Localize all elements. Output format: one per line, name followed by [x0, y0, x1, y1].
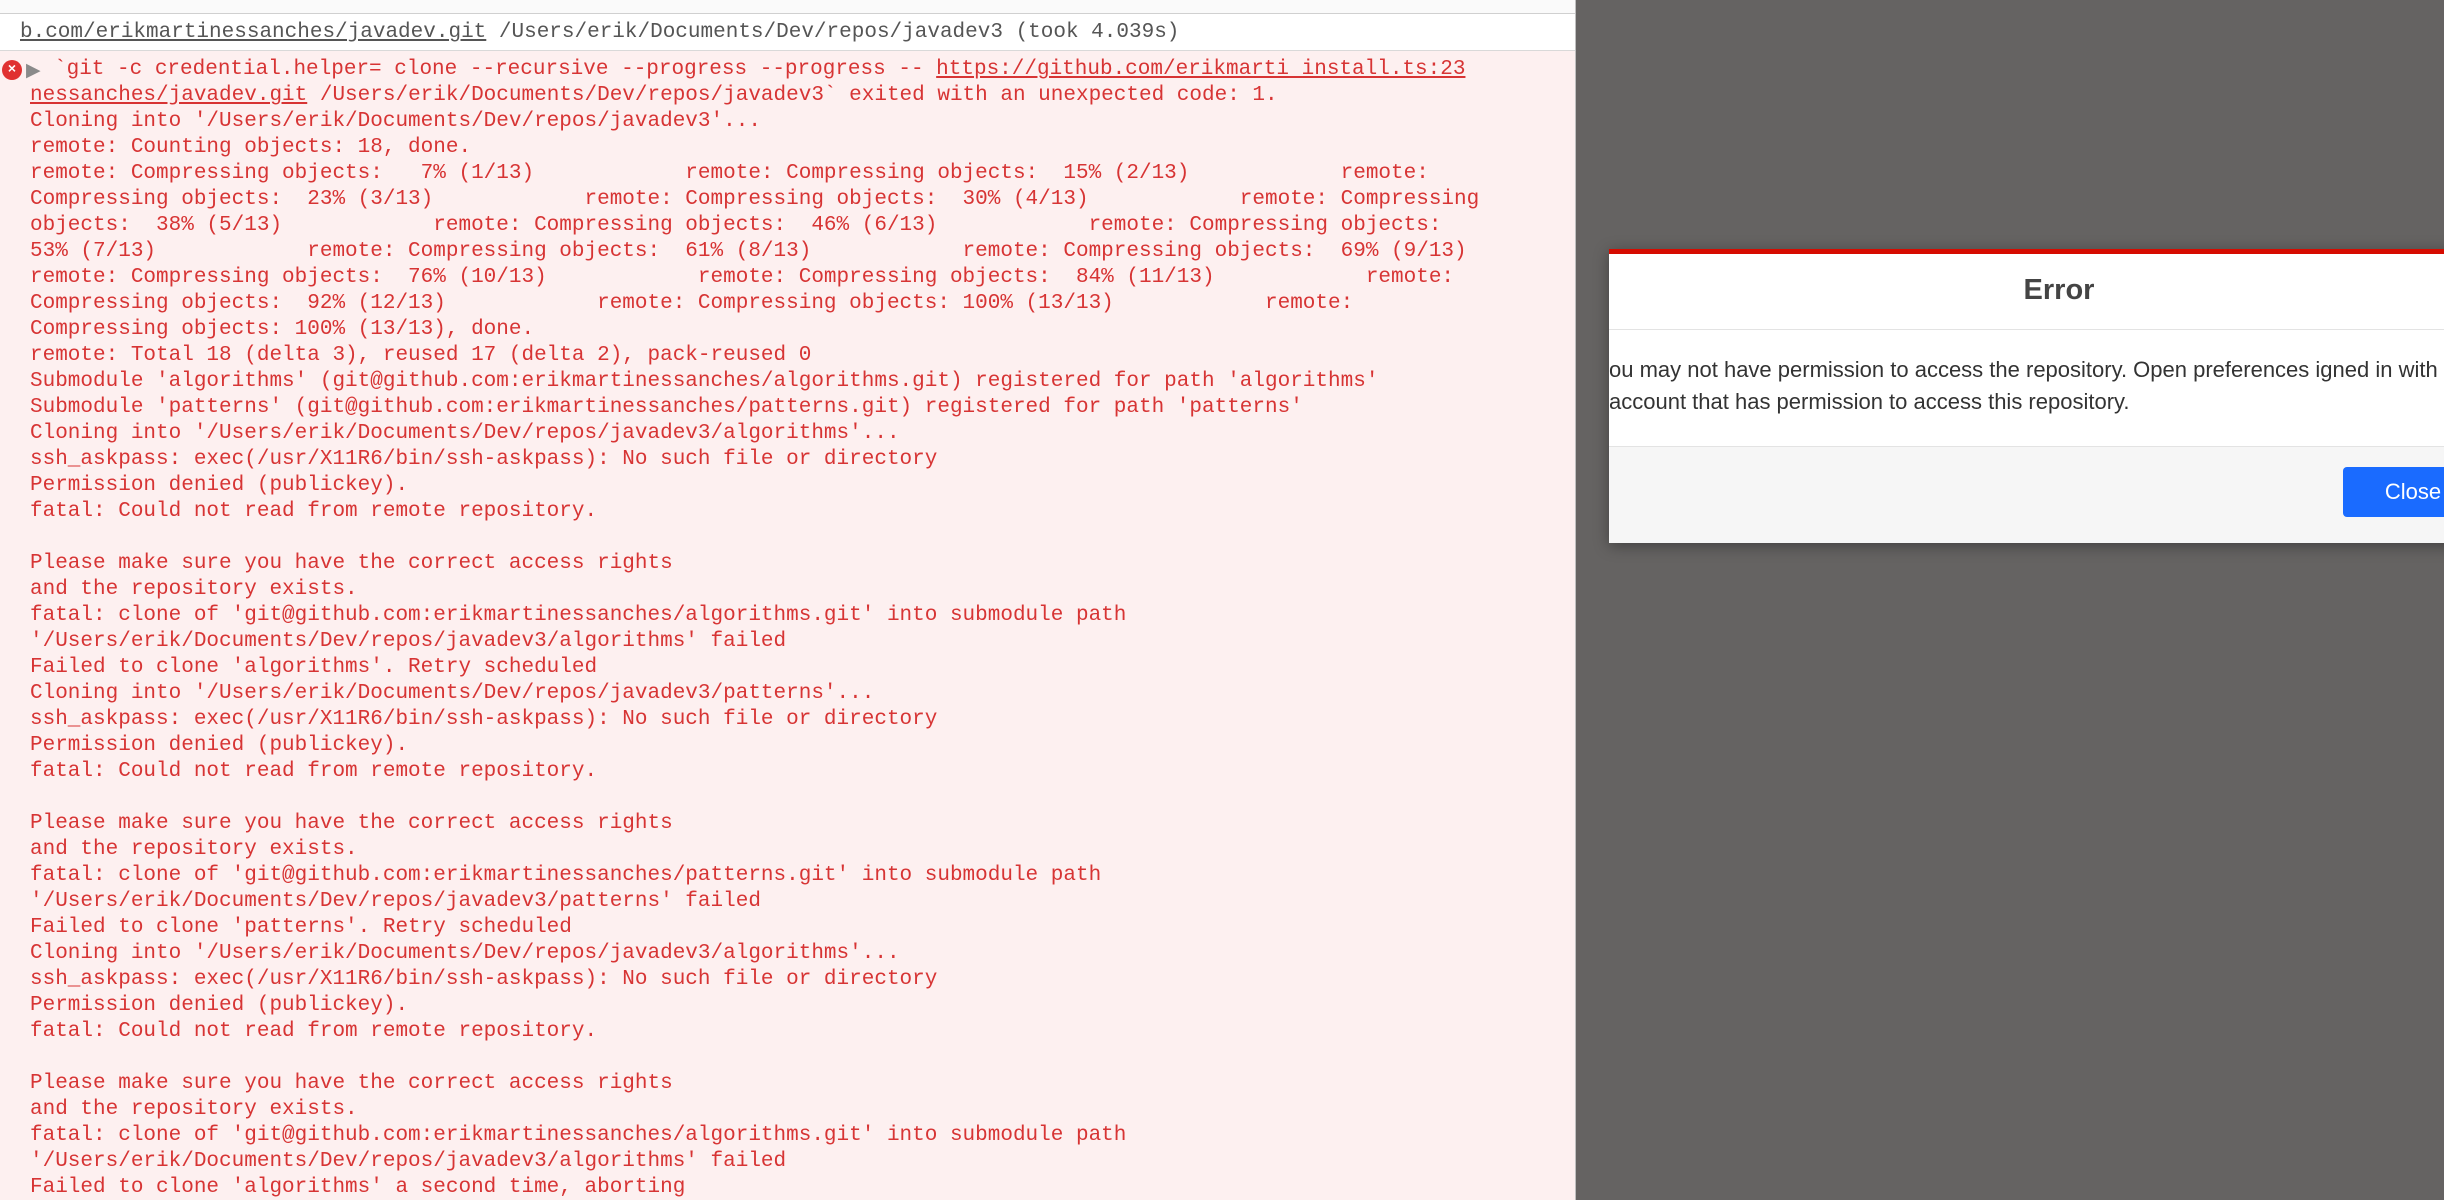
- close-button[interactable]: Close: [2343, 467, 2444, 517]
- exit-code-text: /Users/erik/Documents/Dev/repos/javadev3…: [307, 84, 1277, 107]
- error-command-line: `git -c credential.helper= clone --recur…: [54, 57, 1555, 83]
- error-command-line-2: nessanches/javadev.git /Users/erik/Docum…: [30, 83, 1555, 109]
- console-summary-row: b.com/erikmartinessanches/javadev.git /U…: [0, 14, 1575, 51]
- git-command-text: `git -c credential.helper= clone --recur…: [54, 58, 936, 81]
- error-output-body: Cloning into '/Users/erik/Documents/Dev/…: [30, 109, 1555, 1200]
- repo-url-fragment[interactable]: b.com/erikmartinessanches/javadev.git: [20, 21, 486, 44]
- error-modal: Error × ou may not have permission to ac…: [1609, 249, 2444, 543]
- modal-body-text: ou may not have permission to access the…: [1609, 330, 2444, 447]
- expand-arrow-icon[interactable]: ▶: [26, 58, 41, 84]
- error-icon: ×: [2, 60, 22, 80]
- modal-header: Error ×: [1609, 254, 2444, 330]
- github-url-link[interactable]: https://github.com/erikmarti: [936, 58, 1289, 81]
- source-location[interactable]: install.ts:23: [1289, 58, 1465, 81]
- summary-path-text: /Users/erik/Documents/Dev/repos/javadev3…: [486, 21, 1179, 44]
- modal-footer: Close: [1609, 447, 2444, 543]
- console-error-entry: × ▶ `git -c credential.helper= clone --r…: [0, 51, 1575, 1200]
- modal-title: Error: [1639, 274, 2444, 307]
- devtools-console: b.com/erikmartinessanches/javadev.git /U…: [0, 0, 1576, 1200]
- github-url-link-cont[interactable]: nessanches/javadev.git: [30, 84, 307, 107]
- console-toolbar: [0, 0, 1575, 14]
